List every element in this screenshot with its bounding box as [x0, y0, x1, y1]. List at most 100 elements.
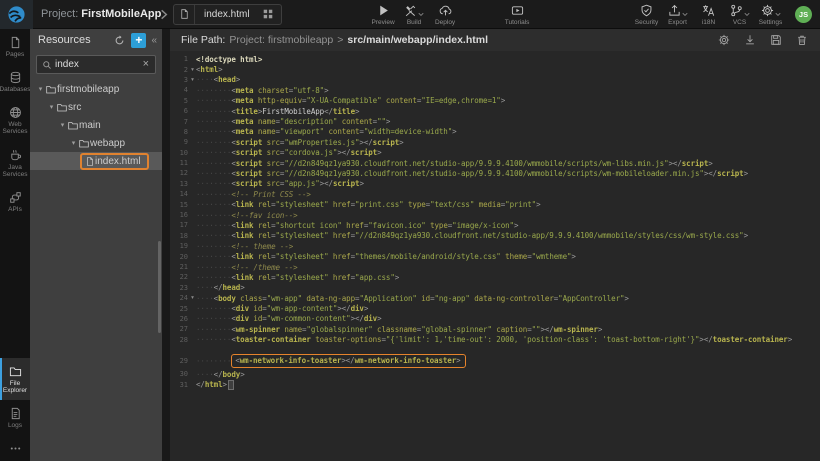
fold-marker-icon[interactable]: ▾: [189, 67, 196, 73]
sidebar-item-databases[interactable]: Databases: [0, 64, 30, 99]
line-number: 22: [170, 273, 189, 281]
code-line-6[interactable]: 6········<title>FirstMobileApp</title>: [170, 106, 820, 116]
line-number: 12: [170, 169, 189, 177]
add-resource-button[interactable]: +: [131, 33, 146, 48]
code-line-4[interactable]: 4········<meta charset="utf-8">: [170, 85, 820, 95]
code-line-23[interactable]: 23····</head>: [170, 283, 820, 293]
code-line-8[interactable]: 8········<meta name="viewport" content="…: [170, 127, 820, 137]
grid-icon[interactable]: [262, 8, 274, 20]
code-line-5[interactable]: 5········<meta http-equiv="X-UA-Compatib…: [170, 96, 820, 106]
code-line-10[interactable]: 10········<script src="cordova.js"></scr…: [170, 148, 820, 158]
wavemaker-logo[interactable]: [0, 0, 33, 29]
fold-marker-icon[interactable]: ▾: [189, 295, 196, 301]
code-line-18[interactable]: 18········<link rel="stylesheet" href="/…: [170, 231, 820, 241]
text-cursor: [228, 380, 234, 390]
settings-gear-icon[interactable]: [718, 34, 730, 46]
wavemaker-studio: Project:FirstMobileApp index.html Previe…: [0, 0, 820, 461]
fold-marker-icon[interactable]: ▾: [189, 77, 196, 83]
tab-index-html[interactable]: index.html: [173, 4, 282, 25]
save-save-icon[interactable]: [770, 34, 782, 46]
code-line-2[interactable]: 2▾<html>: [170, 64, 820, 74]
code-line-17[interactable]: 17········<link rel="shortcut icon" href…: [170, 220, 820, 230]
tree-item-main[interactable]: ▾main: [30, 116, 162, 134]
sidebar-item-file-explorer[interactable]: File Explorer: [0, 358, 30, 400]
line-number: 11: [170, 159, 189, 167]
topbar-action-security[interactable]: Security: [631, 3, 662, 26]
line-number: 2: [170, 66, 189, 74]
search-input[interactable]: [55, 59, 140, 70]
user-avatar[interactable]: JS: [795, 6, 812, 23]
project-label: Project:: [41, 8, 78, 20]
topbar-action-i18n[interactable]: i18N: [693, 3, 724, 26]
topbar-action-settings[interactable]: Settings: [755, 3, 786, 26]
export-icon: [668, 4, 681, 17]
sidebar-item-apis[interactable]: APIs: [0, 184, 30, 219]
topbar-action-tutorials[interactable]: Tutorials: [502, 3, 533, 26]
sidebar-item-pages[interactable]: Pages: [0, 29, 30, 64]
resources-header: Resources + «: [30, 29, 162, 51]
code-line-14[interactable]: 14········<!-- Print CSS -->: [170, 189, 820, 199]
tree-expander-icon[interactable]: ▾: [58, 121, 67, 129]
code-line-15[interactable]: 15········<link rel="stylesheet" href="p…: [170, 199, 820, 209]
line-number: 30: [170, 370, 189, 378]
resource-search-box[interactable]: ×: [36, 55, 156, 74]
code-line-24[interactable]: 24▾····<body class="wm-app" data-ng-app=…: [170, 293, 820, 303]
line-number: 3: [170, 76, 189, 84]
sidebar-item-web-services[interactable]: Web Services: [0, 99, 30, 141]
tree-item-webapp[interactable]: ▾webapp: [30, 134, 162, 152]
search-icon: [42, 60, 52, 70]
topbar-action-vcs[interactable]: VCS: [724, 3, 755, 26]
code-line-29[interactable]: 29········<wm-network-info-toaster></wm-…: [170, 353, 820, 369]
code-line-3[interactable]: 3▾····<head>: [170, 75, 820, 85]
download-download-icon[interactable]: [744, 34, 756, 46]
tree-expander-icon[interactable]: ▾: [47, 103, 56, 111]
file-explorer-icon: [9, 365, 22, 378]
file-actions: [718, 34, 820, 46]
topbar-action-export[interactable]: Export: [662, 3, 693, 26]
code-line-12[interactable]: 12········<script src="//d2n849qz1ya930.…: [170, 168, 820, 178]
line-number: 15: [170, 201, 189, 209]
code-line-16[interactable]: 16········<!--fav icon-->: [170, 210, 820, 220]
code-line-22[interactable]: 22········<link rel="stylesheet" href="a…: [170, 272, 820, 282]
code-line-30[interactable]: 30····</body>: [170, 369, 820, 379]
panel-divider[interactable]: [162, 29, 170, 461]
sidebar-item-more[interactable]: [0, 435, 30, 461]
logs-icon: [9, 407, 22, 420]
code-line-28[interactable]: 28········<toaster-container toaster-opt…: [170, 335, 820, 345]
code-line-13[interactable]: 13········<script src="app.js"></script>: [170, 179, 820, 189]
line-number: 27: [170, 325, 189, 333]
line-number: 28: [170, 336, 189, 344]
panel-scrollbar[interactable]: [158, 241, 161, 333]
delete-trash-icon[interactable]: [796, 34, 808, 46]
code-line-20[interactable]: 20········<link rel="stylesheet" href="t…: [170, 251, 820, 261]
code-line-26[interactable]: 26········<div id="wm-common-content"></…: [170, 314, 820, 324]
code-line-19[interactable]: 19········<!-- theme -->: [170, 241, 820, 251]
code-line-21[interactable]: 21········<!-- /theme -->: [170, 262, 820, 272]
code-line-31[interactable]: 31</html>: [170, 379, 820, 389]
line-number: 31: [170, 381, 189, 389]
line-number: 14: [170, 190, 189, 198]
topbar-action-preview[interactable]: Preview: [368, 3, 399, 26]
clear-search-icon[interactable]: ×: [143, 59, 149, 70]
tree-item-firstmobileapp[interactable]: ▾firstmobileapp: [30, 80, 162, 98]
code-line-25[interactable]: 25········<div id="wm-app-content"></div…: [170, 303, 820, 313]
code-editor[interactable]: 1<!doctype html> 2▾<html> 3▾····<head> 4…: [170, 51, 820, 461]
line-number: 18: [170, 232, 189, 240]
code-line-7[interactable]: 7········<meta name="description" conten…: [170, 116, 820, 126]
code-line-27[interactable]: 27········<wm-spinner name="globalspinne…: [170, 324, 820, 334]
sidebar-item-java-services[interactable]: Java Services: [0, 142, 30, 184]
caret-down-icon: [744, 12, 750, 17]
tree-item-src[interactable]: ▾src: [30, 98, 162, 116]
web-services-icon: [9, 106, 22, 119]
tree-item-index-html[interactable]: index.html: [30, 152, 162, 170]
code-line-11[interactable]: 11········<script src="//d2n849qz1ya930.…: [170, 158, 820, 168]
code-line-9[interactable]: 9········<script src="wmProperties.js"><…: [170, 137, 820, 147]
tree-expander-icon[interactable]: ▾: [69, 139, 78, 147]
topbar-action-deploy[interactable]: Deploy: [430, 3, 461, 26]
sidebar-item-logs[interactable]: Logs: [0, 400, 30, 435]
collapse-panel-icon[interactable]: «: [151, 35, 157, 46]
topbar-action-build[interactable]: Build: [399, 3, 430, 26]
tree-expander-icon[interactable]: ▾: [36, 85, 45, 93]
refresh-icon[interactable]: [114, 35, 125, 46]
code-line-1[interactable]: 1<!doctype html>: [170, 54, 820, 64]
